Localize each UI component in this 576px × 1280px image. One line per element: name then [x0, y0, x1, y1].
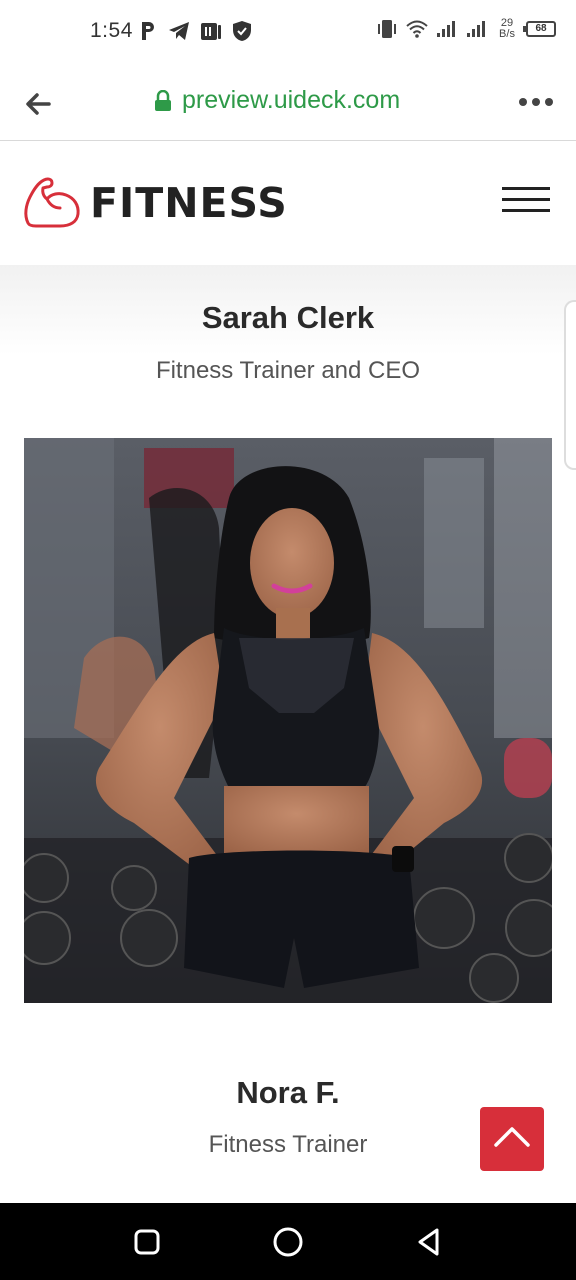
- brand-name[interactable]: FITNESS: [90, 179, 288, 227]
- trainer-name: Nora F.: [236, 1075, 340, 1110]
- hamburger-line: [502, 198, 550, 201]
- hamburger-line: [502, 209, 550, 212]
- system-navigation-bar: [0, 1203, 576, 1280]
- battery-indicator: 68: [523, 21, 556, 37]
- hamburger-menu-icon[interactable]: [502, 187, 550, 215]
- hamburger-line: [502, 187, 550, 190]
- trainer-name: Sarah Clerk: [201, 300, 375, 335]
- edge-panel-handle[interactable]: [564, 300, 576, 470]
- recent-apps-icon[interactable]: [130, 1225, 164, 1259]
- chevron-up-icon: [494, 1127, 530, 1147]
- signal-icon-2: [467, 21, 485, 37]
- trainers-section: Sarah Clerk Fitness Trainer and CEO Nora…: [0, 265, 576, 1203]
- more-options-icon[interactable]: [518, 96, 554, 108]
- status-time: 1:54: [90, 19, 133, 42]
- lock-icon: [155, 89, 171, 111]
- parking-icon: [142, 22, 154, 40]
- url-text: preview.uideck.com: [182, 86, 401, 114]
- status-icons-right: 29 B/s 68: [376, 18, 556, 40]
- scroll-to-top-button[interactable]: [480, 1107, 544, 1171]
- telegram-icon: [169, 22, 189, 40]
- wifi-icon: [406, 20, 428, 38]
- bicep-logo-icon[interactable]: [22, 175, 82, 229]
- shield-icon: [233, 21, 251, 41]
- net-speed-unit: B/s: [499, 28, 515, 40]
- status-icons-left: [140, 20, 252, 42]
- trainer-photo-illustration: [24, 438, 552, 1003]
- back-triangle-icon[interactable]: [412, 1225, 446, 1259]
- back-arrow-icon[interactable]: [22, 88, 54, 120]
- site-header: FITNESS: [0, 141, 576, 265]
- net-speed: 29 B/s: [496, 18, 518, 40]
- status-bar: 1:54 29 B/s 68: [0, 0, 576, 66]
- signal-icon: [437, 21, 455, 37]
- home-icon[interactable]: [271, 1225, 305, 1259]
- vibrate-icon: [378, 20, 396, 38]
- address-bar[interactable]: preview.uideck.com: [154, 86, 400, 115]
- browser-toolbar: preview.uideck.com: [0, 66, 576, 141]
- trainer-role: Fitness Trainer and CEO: [155, 357, 421, 384]
- trainer-photo: [24, 438, 552, 1003]
- gallery-icon: [201, 23, 221, 40]
